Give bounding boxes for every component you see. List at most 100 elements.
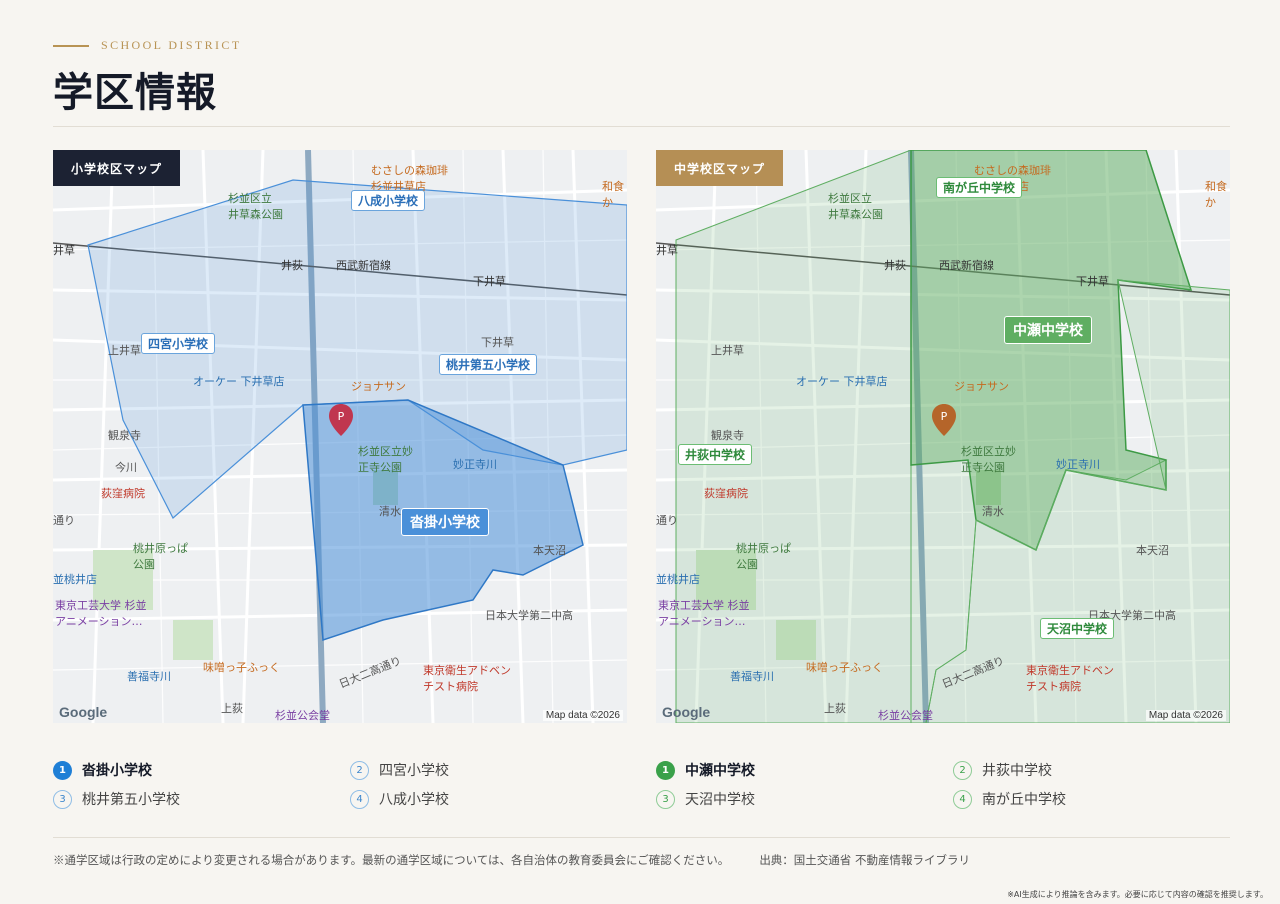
map-place-kamiogi: 上荻 [221, 702, 243, 715]
map-place-restaurant: ジョナサン [351, 380, 406, 393]
elementary-school-map[interactable]: 小学校区マップ むさしの森珈琲 杉並井草店 杉並区立 井草森公園 井荻 西武新宿線 … [53, 150, 627, 723]
map-label-hassei[interactable]: 八成小学校 [351, 190, 426, 211]
svg-text:P: P [338, 410, 345, 423]
legend-label: 天沼中学校 [685, 792, 755, 808]
legend-number: 1 [53, 760, 72, 780]
map-place-park2-2: 杉並区立妙 正寺公園 [961, 445, 1016, 474]
map-place-kansenji: 観泉寺 [108, 429, 141, 442]
map-place-restaurant2: 和食か [602, 180, 624, 209]
legend-item[interactable]: 2 四宮小学校 [350, 760, 449, 780]
map-label-amanuma[interactable]: 天沼中学校 [1040, 618, 1115, 639]
legend-item[interactable]: 1 沓掛小学校 [53, 760, 152, 780]
eyebrow-text: SCHOOL DISTRICT [101, 38, 242, 52]
map-place-honamanuma: 本天沼 [533, 544, 566, 557]
legend-number: 4 [953, 789, 972, 809]
footer-note: ※通学区域は行政の定めにより変更される場合があります。最新の通学区域については、… [53, 852, 970, 868]
map-place-iogi-station-2: 井荻 [884, 259, 906, 272]
map-place-university-2: 東京工芸大学 杉並 アニメーション… [658, 599, 750, 628]
map-place-store: オーケー 下井草店 [193, 375, 285, 388]
map-place-store2-2: 並桃井店 [656, 573, 700, 586]
source-text: 出典：国土交通省 不動産情報ライブラリ [759, 853, 970, 867]
map-place-igusa-station: 井草 [53, 244, 75, 257]
svg-text:P: P [941, 410, 948, 423]
parking-pin-icon: P [329, 404, 353, 436]
map-place-hall-2: 杉並公会堂 [878, 709, 933, 722]
disclaimer-text: ※通学区域は行政の定めにより変更される場合があります。最新の通学区域については、… [53, 853, 730, 867]
map-place-restaurant-2: ジョナサン [954, 380, 1009, 393]
map-place-shimoigusa: 下井草 [481, 336, 514, 349]
legend-label: 沓掛小学校 [82, 763, 152, 779]
map-label-iogi[interactable]: 井荻中学校 [678, 444, 753, 465]
google-logo: Google [662, 704, 711, 720]
map-place-store-2: オーケー 下井草店 [796, 375, 888, 388]
map-place-university: 東京工芸大学 杉並 アニメーション… [55, 599, 147, 628]
parking-pin-icon: P [932, 404, 956, 436]
map-place-shimoigusa-station-2: 下井草 [1076, 275, 1109, 288]
legend-number: 4 [350, 789, 369, 809]
legend-item[interactable]: 3 天沼中学校 [656, 789, 755, 809]
legend-label: 南が丘中学校 [982, 792, 1066, 808]
legend-item[interactable]: 4 八成小学校 [350, 789, 449, 809]
legend-label: 中瀬中学校 [685, 763, 755, 779]
map-place-hall: 杉並公会堂 [275, 709, 330, 722]
map-place-shimoigusa-station: 下井草 [473, 275, 506, 288]
junior-high-school-map[interactable]: 中学校区マップ むさしの森珈琲杉並井草店 杉並区立井草森公園 井荻 西武新宿線 … [656, 150, 1230, 723]
junior-map-badge: 中学校区マップ [656, 150, 784, 186]
map-place-river: 妙正寺川 [453, 458, 497, 471]
section-eyebrow: SCHOOL DISTRICT [53, 38, 242, 53]
legend-label: 桃井第五小学校 [82, 792, 180, 808]
legend-label: 四宮小学校 [379, 763, 449, 779]
legend-number: 1 [656, 760, 675, 780]
map-place-railway-2: 西武新宿線 [939, 259, 994, 272]
legend-item[interactable]: 1 中瀬中学校 [656, 760, 755, 780]
legend-number: 2 [953, 760, 972, 780]
map-place-imagawa: 今川 [115, 461, 137, 474]
map-place-hospital: 荻窪病院 [101, 487, 145, 500]
divider-top [53, 126, 1230, 127]
legend-item[interactable]: 3 桃井第五小学校 [53, 789, 180, 809]
map-place-igusa-station-2: 井草 [656, 244, 678, 257]
legend-number: 3 [656, 789, 675, 809]
map-place-kamiogi-2: 上荻 [824, 702, 846, 715]
legend-number: 2 [350, 760, 369, 780]
legend-label: 八成小学校 [379, 792, 449, 808]
map-place-honamanuma-2: 本天沼 [1136, 544, 1169, 557]
map-place-highschool: 日本大学第二中高 [485, 609, 573, 622]
map-place-dori-2: 通り [656, 514, 678, 527]
eyebrow-rule [53, 44, 89, 47]
map-label-shinomiya[interactable]: 四宮小学校 [141, 333, 216, 354]
map-place-restaurant2-2: 和食か [1205, 180, 1227, 209]
map-place-shimizu: 清水 [379, 505, 401, 518]
elementary-map-badge: 小学校区マップ [53, 150, 181, 186]
map-place-hospital2-2: 東京衛生アドベン チスト病院 [1026, 664, 1114, 693]
legend-number: 3 [53, 789, 72, 809]
map-place-dori: 通り [53, 514, 75, 527]
map-label-nakase[interactable]: 中瀬中学校 [1004, 316, 1092, 344]
page-title: 学区情報 [53, 69, 217, 116]
google-logo: Google [59, 704, 108, 720]
map-place-kansenji-2: 観泉寺 [711, 429, 744, 442]
map-place-park3: 桃井原っぱ 公園 [133, 542, 188, 571]
map-place-river-2: 妙正寺川 [1056, 458, 1100, 471]
map-place-shimizu-2: 清水 [982, 505, 1004, 518]
map-label-momoi5[interactable]: 桃井第五小学校 [439, 354, 538, 375]
map-place-ramen: 味噌っ子ふっく [203, 661, 280, 674]
map-place-park-2: 杉並区立 井草森公園 [828, 192, 883, 221]
map-attribution: Map data ©2026 [1145, 710, 1226, 721]
legend-item[interactable]: 4 南が丘中学校 [953, 789, 1066, 809]
legend-item[interactable]: 2 井荻中学校 [953, 760, 1052, 780]
divider-bottom [53, 837, 1230, 838]
map-place-kamiigusa: 上井草 [108, 344, 141, 357]
map-place-zempukuji-2: 善福寺川 [730, 670, 774, 683]
map-place-ramen-2: 味噌っ子ふっく [806, 661, 883, 674]
map-place-park3-2: 桃井原っぱ 公園 [736, 542, 791, 571]
map-place-park: 杉並区立 井草森公園 [228, 192, 283, 221]
map-place-park2: 杉並区立妙 正寺公園 [358, 445, 413, 474]
ai-disclaimer: ※AI生成により推論を含みます。必要に応じて内容の確認を推奨します。 [1007, 890, 1268, 899]
map-place-hospital-2: 荻窪病院 [704, 487, 748, 500]
map-place-railway: 西武新宿線 [336, 259, 391, 272]
map-place-iogi-station: 井荻 [281, 259, 303, 272]
map-label-minamigaoka[interactable]: 南が丘中学校 [936, 177, 1023, 198]
map-label-kutsukake[interactable]: 沓掛小学校 [401, 508, 489, 536]
legend-label: 井荻中学校 [982, 763, 1052, 779]
